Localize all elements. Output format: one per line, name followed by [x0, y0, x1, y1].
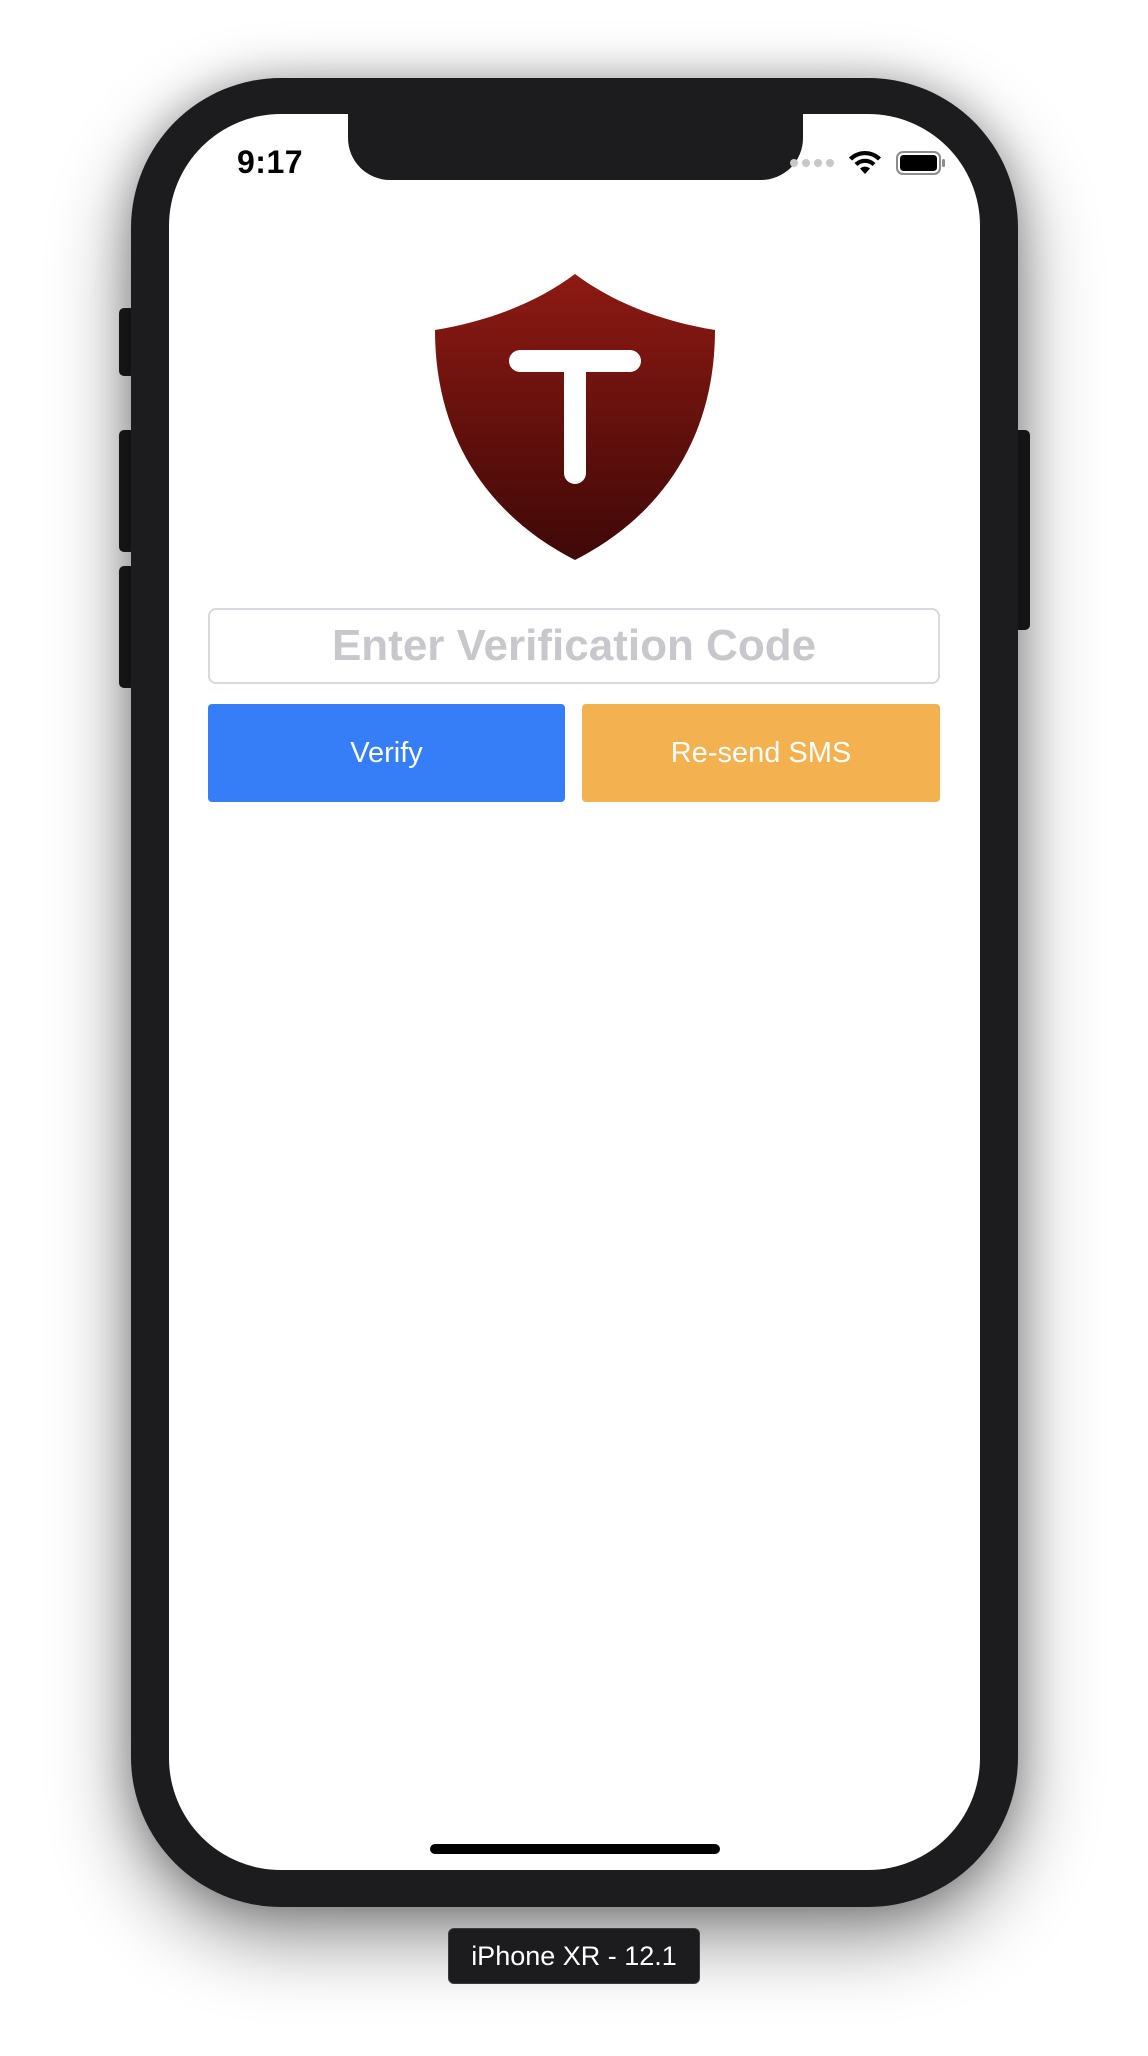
home-indicator[interactable] [430, 1844, 720, 1854]
device-label: iPhone XR - 12.1 [448, 1928, 700, 1984]
battery-icon [896, 151, 945, 175]
cellular-signal-icon [790, 159, 834, 167]
phone-screen: 9:17 Verify Re-send SMS [169, 114, 980, 1870]
notch [348, 114, 803, 180]
status-icons [790, 150, 946, 176]
status-time: 9:17 [237, 144, 304, 180]
resend-sms-button[interactable]: Re-send SMS [582, 704, 940, 802]
verify-button[interactable]: Verify [208, 704, 565, 802]
shield-logo-icon [435, 274, 715, 560]
verification-code-input[interactable] [208, 608, 940, 684]
wifi-icon [849, 151, 881, 174]
